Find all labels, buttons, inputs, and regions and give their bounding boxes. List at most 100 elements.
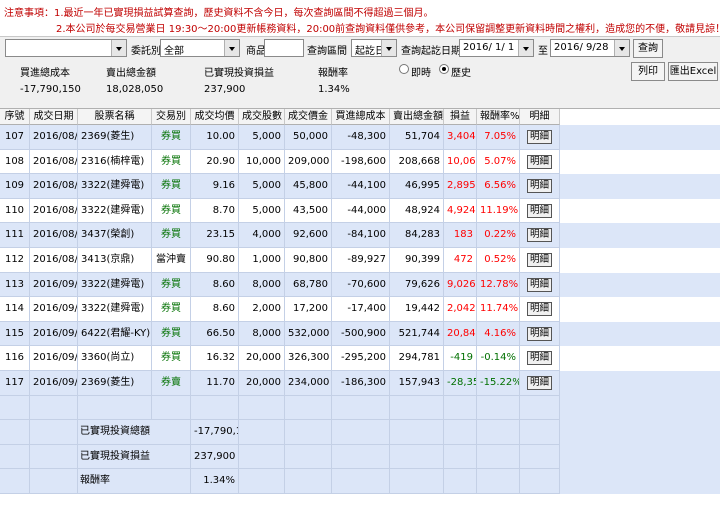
column-header[interactable]: 成交股數 xyxy=(239,109,285,125)
range-select[interactable]: 起訖日 xyxy=(351,39,397,57)
cell-cost: -44,100 xyxy=(332,174,390,199)
cell-date: 2016/09/13 xyxy=(30,346,78,371)
realtime-radio[interactable] xyxy=(399,64,409,74)
column-header[interactable]: 序號 xyxy=(0,109,30,125)
column-header[interactable]: 成交價金 xyxy=(285,109,332,125)
cell-price: 66.50 xyxy=(191,321,239,347)
query-button[interactable]: 查詢 xyxy=(633,39,663,58)
detail-button[interactable]: 明細 xyxy=(526,154,552,169)
cell-sell: 521,744 xyxy=(390,321,444,347)
detail-button[interactable]: 明細 xyxy=(526,376,552,390)
column-header[interactable]: 股票名稱 xyxy=(78,109,152,125)
cell-detail: 明細 xyxy=(520,321,560,347)
cell-empty xyxy=(239,444,285,470)
chevron-down-icon[interactable] xyxy=(518,40,533,56)
history-radio[interactable] xyxy=(439,64,449,74)
table-row[interactable]: 1102016/08/253322(建舜電)券買8.705,00043,500-… xyxy=(0,198,720,224)
table-row[interactable]: 1072016/08/222369(菱生)券買10.005,00050,000-… xyxy=(0,125,720,150)
detail-button[interactable]: 明細 xyxy=(526,302,552,317)
cell-date: 2016/08/25 xyxy=(30,198,78,224)
cell-pnl: 472 xyxy=(444,248,477,273)
cell-empty xyxy=(285,420,332,445)
history-radio-label[interactable]: 歷史 xyxy=(451,64,471,79)
detail-button[interactable]: 明細 xyxy=(526,351,552,366)
cell-amount: 90,800 xyxy=(285,248,332,273)
export-excel-button[interactable]: 匯出Excel xyxy=(668,62,718,81)
column-header[interactable]: 成交均價 xyxy=(191,109,239,125)
chevron-down-icon[interactable] xyxy=(111,40,126,56)
buy-cost-label: 買進總成本 xyxy=(20,68,70,79)
table-row[interactable]: 1142016/09/123322(建舜電)券買8.602,00017,200-… xyxy=(0,297,720,322)
cell-qty: 5,000 xyxy=(239,174,285,199)
account-select[interactable] xyxy=(5,39,127,57)
cell-detail: 明細 xyxy=(520,223,560,248)
table-row[interactable]: 1112016/08/263437(榮創)券買23.154,00092,600-… xyxy=(0,223,720,248)
range-label: 查詢區間 xyxy=(307,46,347,57)
totals-row: 已實現投資損益 237,900 xyxy=(0,444,720,470)
cell-amount: 17,200 xyxy=(285,297,332,322)
cell-no: 115 xyxy=(0,321,30,347)
cell-empty xyxy=(239,469,285,494)
cell-cost: -84,100 xyxy=(332,223,390,248)
column-header[interactable]: 損益 xyxy=(444,109,477,125)
table-row[interactable]: 1152016/09/136422(君耀-KY)券買66.508,000532,… xyxy=(0,321,720,347)
detail-button[interactable]: 明細 xyxy=(526,179,552,194)
chevron-down-icon[interactable] xyxy=(614,40,629,56)
cell-stock: 3360(尚立) xyxy=(78,346,152,371)
chevron-down-icon[interactable] xyxy=(381,40,396,56)
table-row[interactable]: 1082016/08/222316(楠梓電)券買20.9010,000209,0… xyxy=(0,149,720,175)
trade-type-select[interactable]: 全部 xyxy=(160,39,240,57)
date-to-picker[interactable]: 2016/ 9/28 xyxy=(550,39,630,57)
notice-line-1: 注意事項：1.最近一年已實現損益試算查詢，歷史資料不含今日，每次查詢區間不得超過… xyxy=(4,8,434,19)
detail-button[interactable]: 明細 xyxy=(526,228,552,243)
totals-value: 237,900 xyxy=(191,444,239,470)
table-row[interactable]: 1092016/08/243322(建舜電)券買9.165,00045,800-… xyxy=(0,174,720,199)
cell-pnl: 2,895 xyxy=(444,174,477,199)
cell-roi: 6.56% xyxy=(477,174,520,199)
table-row[interactable]: 1122016/08/263413(京鼎)當沖賣90.801,00090,800… xyxy=(0,248,720,273)
detail-button[interactable]: 明細 xyxy=(526,253,552,267)
table-row[interactable]: 1132016/09/103322(建舜電)券買8.608,00068,780-… xyxy=(0,272,720,298)
cell-type: 當沖賣 xyxy=(152,248,191,273)
cell-date: 2016/09/12 xyxy=(30,297,78,322)
chevron-down-icon[interactable] xyxy=(224,40,239,56)
cell-cost: -295,200 xyxy=(332,346,390,371)
sell-total-value: 18,028,050 xyxy=(106,84,164,95)
cell-empty xyxy=(285,469,332,494)
date-from-value: 2016/ 1/ 1 xyxy=(463,42,515,53)
detail-button[interactable]: 明細 xyxy=(526,277,552,292)
column-header[interactable]: 賣出總金額 xyxy=(390,109,444,125)
column-header[interactable]: 報酬率% xyxy=(477,109,520,125)
cell-no: 114 xyxy=(0,297,30,322)
detail-button[interactable]: 明細 xyxy=(526,130,552,144)
table-row[interactable]: 1172016/09/142369(菱生)券賣11.7020,000234,00… xyxy=(0,371,720,396)
detail-button[interactable]: 明細 xyxy=(526,326,552,341)
cell-empty xyxy=(332,395,390,421)
cell-type: 券買 xyxy=(152,223,191,248)
cell-empty xyxy=(390,469,444,494)
cell-qty: 2,000 xyxy=(239,297,285,322)
date-from-picker[interactable]: 2016/ 1/ 1 xyxy=(459,39,534,57)
cell-type: 券賣 xyxy=(152,371,191,396)
cell-stock: 2369(菱生) xyxy=(78,371,152,396)
column-header[interactable]: 明細 xyxy=(520,109,560,125)
cell-date: 2016/08/26 xyxy=(30,248,78,273)
cell-date: 2016/08/24 xyxy=(30,174,78,199)
product-code-input[interactable] xyxy=(264,39,304,57)
detail-button[interactable]: 明細 xyxy=(526,203,552,218)
cell-empty xyxy=(520,444,560,470)
table-row[interactable]: 1162016/09/133360(尚立)券買16.3220,000326,30… xyxy=(0,346,720,371)
date-separator: 至 xyxy=(538,46,548,57)
column-header[interactable]: 交易別 xyxy=(152,109,191,125)
cell-date: 2016/08/26 xyxy=(30,223,78,248)
realized-pnl-table: 序號 成交日期 股票名稱 交易別 成交均價 成交股數 成交價金 買進總成本 賣出總金額 損益 報酬率… xyxy=(0,108,720,509)
cell-empty xyxy=(30,395,78,421)
totals-row: 已實現投資總額-17,790,150 xyxy=(0,420,720,445)
cell-stock: 2316(楠梓電) xyxy=(78,149,152,175)
column-header[interactable]: 買進總成本 xyxy=(332,109,390,125)
cell-roi: 11.19% xyxy=(477,198,520,224)
print-button[interactable]: 列印 xyxy=(631,62,665,81)
cell-pnl: 4,924 xyxy=(444,198,477,224)
realtime-radio-label[interactable]: 即時 xyxy=(411,64,431,79)
column-header[interactable]: 成交日期 xyxy=(30,109,78,125)
